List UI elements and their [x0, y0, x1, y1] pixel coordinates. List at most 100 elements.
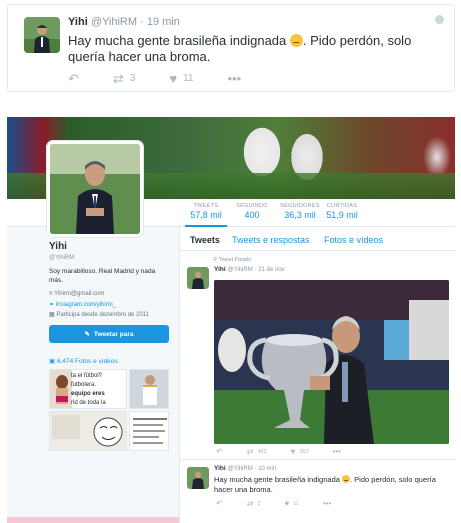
tab-media[interactable]: Fotos e vídeos	[324, 235, 383, 245]
tweet-time[interactable]: · 10 min	[255, 466, 277, 472]
tweet-actions: ↶ ⇄ 3 ♥ 11 •••	[216, 500, 355, 508]
sidebar-footer-strip	[7, 517, 179, 523]
tweet-text-part: Hay mucha gente brasileña indignada	[68, 33, 287, 48]
profile-avatar-image	[50, 144, 140, 234]
retweet-button[interactable]: ⇄ 3	[113, 72, 135, 85]
reply-button[interactable]: ↶	[216, 448, 223, 456]
heart-icon: ♥	[284, 499, 290, 508]
media-thumb[interactable]	[129, 369, 169, 409]
avatar[interactable]	[24, 17, 60, 53]
tweet-text-part: Hay mucha gente brasileña indignada	[214, 475, 340, 484]
media-count[interactable]: 6.474 Fotos e vídeos	[57, 358, 118, 365]
tweet-actions: ↶ ⇄ 463 ♥ 363 •••	[216, 448, 365, 456]
media-thumb[interactable]	[49, 411, 127, 451]
thumb-caption: ta el fútbol?	[71, 373, 103, 379]
tweet-header: Yihi @YihiRM · 19 min	[68, 16, 180, 28]
retweet-count: 3	[257, 501, 261, 507]
timeline: Tweets Tweets e respostas Fotos e vídeos…	[179, 227, 456, 523]
more-icon: •••	[332, 447, 341, 456]
author-handle[interactable]: @YihiRM	[228, 267, 253, 273]
profile-link[interactable]: ⚭ instagram.com/yihirm_	[49, 301, 116, 308]
reply-icon: ↶	[216, 447, 223, 456]
pinned-label-text: Tweet Fixado	[218, 257, 252, 263]
like-count: 11	[293, 501, 299, 507]
tweet-time[interactable]: · 19 min	[140, 16, 180, 28]
stat-followers[interactable]: SEGUIDORES 36,3 mil	[275, 203, 325, 220]
thumb-caption: rid de toda la	[71, 400, 106, 406]
profile-avatar[interactable]	[47, 141, 143, 237]
stat-label: SEGUINDO	[236, 203, 268, 209]
stat-value: 51,9 mil	[326, 210, 358, 220]
avatar[interactable]	[187, 267, 209, 289]
top-tweet-card[interactable]: Yihi @YihiRM · 19 min Hay mucha gente br…	[7, 4, 455, 92]
stat-value: 36,3 mil	[284, 210, 316, 220]
profile-handle[interactable]: @YihiRM	[49, 255, 74, 261]
media-thumb[interactable]	[129, 411, 169, 451]
retweet-button[interactable]: ⇄ 3	[247, 500, 261, 508]
more-button[interactable]: •••	[333, 448, 341, 456]
author-handle[interactable]: @YihiRM	[91, 16, 137, 28]
profile-sidebar: Yihi @YihiRM Soy marabilloso. Real Madri…	[7, 227, 179, 523]
profile-joined-text: Participa desde dezembro de 2011	[56, 312, 149, 318]
globe-icon	[435, 15, 444, 24]
thumb-photo	[50, 370, 72, 408]
profile-bio: Soy marabilloso. Real Madrid y nada más.	[49, 268, 156, 284]
tweet-to-button[interactable]: ✎ Tweetar para	[49, 325, 169, 343]
media-thumb[interactable]: ta el fútbol? futbolera. equipo eres rid…	[49, 369, 127, 409]
stat-likes[interactable]: CURTIDAS 51,9 mil	[320, 203, 364, 220]
profile-joined: ▦ Participa desde dezembro de 2011	[49, 311, 149, 318]
retweet-count: 463	[257, 449, 267, 455]
stat-value: 57,8 mil	[190, 210, 222, 220]
thumb-photo	[50, 412, 126, 450]
retweet-count: 3	[129, 73, 136, 84]
heart-icon: ♥	[169, 71, 178, 86]
stat-value: 400	[244, 210, 260, 220]
pensive-emoji-icon	[289, 34, 303, 47]
author-handle[interactable]: @YihiRM	[228, 466, 253, 472]
tab-tweets-replies[interactable]: Tweets e respostas	[232, 235, 310, 245]
like-button[interactable]: ♥ 11	[169, 72, 193, 85]
reply-icon: ↶	[216, 499, 223, 508]
more-icon: •••	[322, 499, 332, 508]
reply-button[interactable]: ↶	[68, 72, 79, 85]
author-name[interactable]: Yihi	[214, 266, 226, 273]
retweet-icon: ⇄	[246, 447, 254, 456]
profile-email: ⌾ Yihirm@gmail.com	[49, 291, 104, 298]
profile-email-text: Yihirm@gmail.com	[54, 291, 105, 297]
link-icon: ⚭	[49, 302, 56, 308]
thumb-caption: futbolera.	[71, 382, 97, 388]
author-name[interactable]: Yihi	[214, 465, 226, 472]
reply-button[interactable]: ↶	[216, 500, 223, 508]
like-count: 11	[183, 73, 194, 84]
tweet-header: Yihi @YihiRM · 10 min	[214, 465, 276, 472]
tweet-to-label: Tweetar para	[93, 330, 134, 338]
tab-tweets[interactable]: Tweets	[190, 235, 220, 245]
tweet-divider	[180, 459, 456, 460]
tweet-text: Hay mucha gente brasileña indignada . Pi…	[214, 475, 450, 495]
stat-tweets[interactable]: TWEETS 57,8 mil	[185, 203, 227, 227]
like-count: 363	[299, 449, 309, 455]
tweet-header: Yihi @YihiRM · 21 de nov	[214, 266, 285, 273]
retweet-icon: ⇄	[246, 499, 254, 508]
stat-following[interactable]: SEGUINDO 400	[231, 203, 273, 220]
like-button[interactable]: ♥ 11	[284, 500, 298, 508]
more-icon: •••	[227, 71, 242, 86]
profile-link-text[interactable]: instagram.com/yihirm_	[56, 302, 116, 308]
media-link[interactable]: ▣ 6.474 Fotos e vídeos	[49, 357, 118, 365]
pensive-emoji-icon	[342, 475, 351, 483]
profile-name[interactable]: Yihi	[49, 241, 67, 252]
trophy-photo	[214, 280, 449, 444]
stat-label: SEGUIDORES	[280, 203, 320, 209]
pinned-label: ⚲ Tweet Fixado	[213, 257, 251, 263]
retweet-button[interactable]: ⇄ 463	[247, 448, 267, 456]
reply-icon: ↶	[68, 71, 79, 86]
tweet-time[interactable]: · 21 de nov	[255, 267, 285, 273]
tweet-text: Hay mucha gente brasileña indignada . Pi…	[68, 33, 448, 65]
avatar[interactable]	[187, 467, 209, 489]
more-button[interactable]: •••	[323, 500, 331, 508]
author-name[interactable]: Yihi	[68, 16, 88, 28]
tweet-photo[interactable]	[214, 280, 449, 444]
heart-icon: ♥	[290, 447, 296, 456]
like-button[interactable]: ♥ 363	[291, 448, 309, 456]
more-button[interactable]: •••	[227, 72, 241, 85]
